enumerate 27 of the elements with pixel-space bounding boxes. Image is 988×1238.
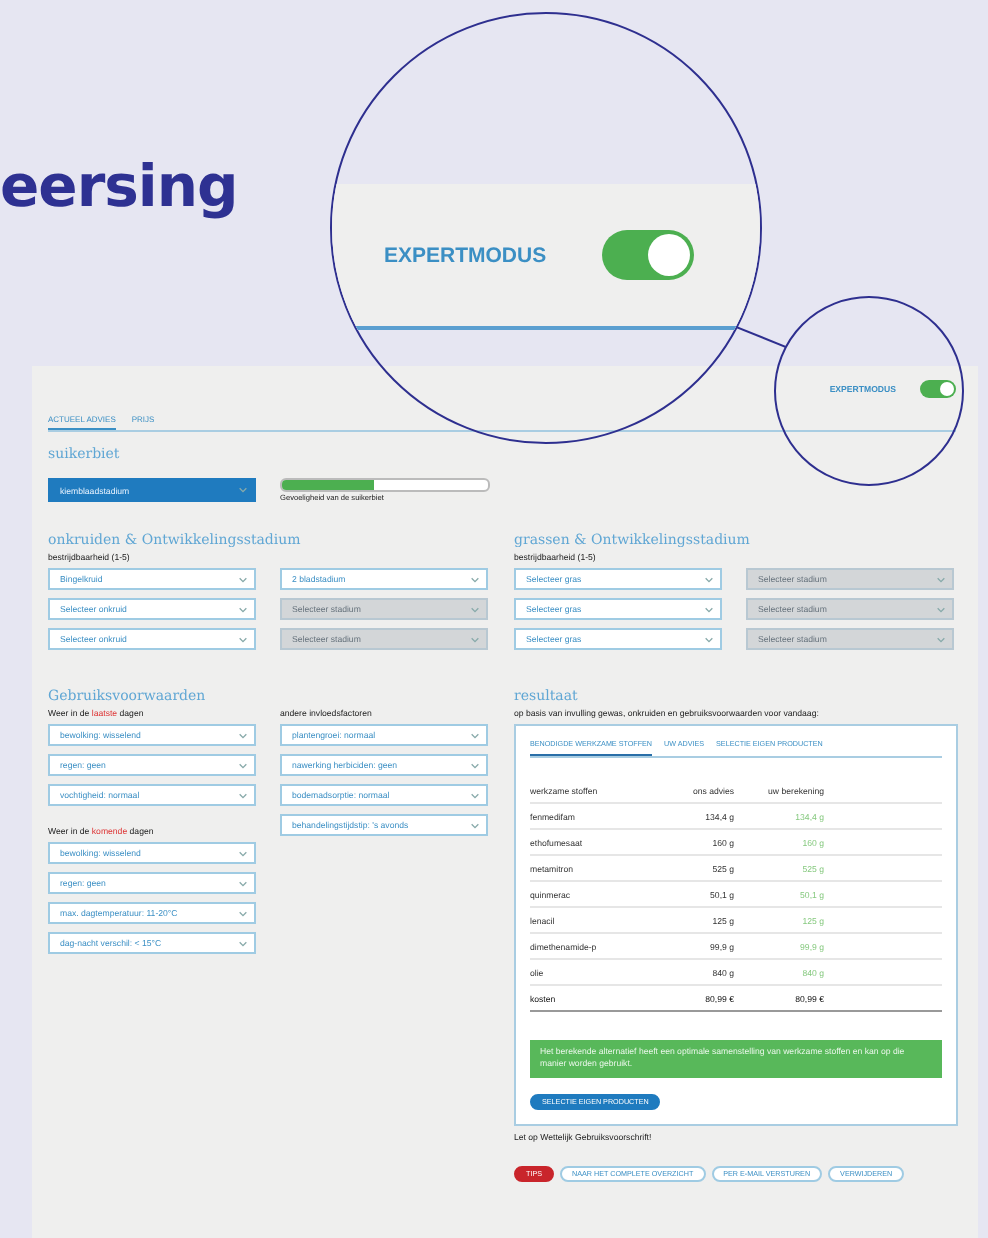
chevron-icon xyxy=(704,575,714,583)
expert-mode-toggle[interactable] xyxy=(920,379,956,397)
chevron-icon xyxy=(238,939,248,947)
chevron-icon xyxy=(704,635,714,643)
chevron-icon xyxy=(470,731,480,739)
expert-mode-label: EXPERTMODUS xyxy=(384,243,547,267)
chevron-icon xyxy=(470,605,480,613)
chevron-icon xyxy=(470,821,480,829)
chevron-icon xyxy=(470,761,480,769)
chevron-icon xyxy=(238,879,248,887)
chevron-icon xyxy=(238,605,248,613)
chevron-icon xyxy=(238,909,248,917)
chevron-icon xyxy=(936,635,946,643)
chevron-icon xyxy=(238,761,248,769)
page-heading: eersing xyxy=(0,152,238,220)
chevron-icon xyxy=(238,791,248,799)
chevron-icon xyxy=(470,635,480,643)
chevron-icon xyxy=(238,486,248,494)
chevron-icon xyxy=(470,791,480,799)
chevron-icon xyxy=(936,575,946,583)
chevron-icon xyxy=(238,575,248,583)
chevron-icon xyxy=(936,605,946,613)
chevron-icon xyxy=(470,575,480,583)
chevron-icon xyxy=(238,635,248,643)
chevron-icon xyxy=(238,731,248,739)
chevron-icon xyxy=(704,605,714,613)
chevron-icon xyxy=(238,849,248,857)
